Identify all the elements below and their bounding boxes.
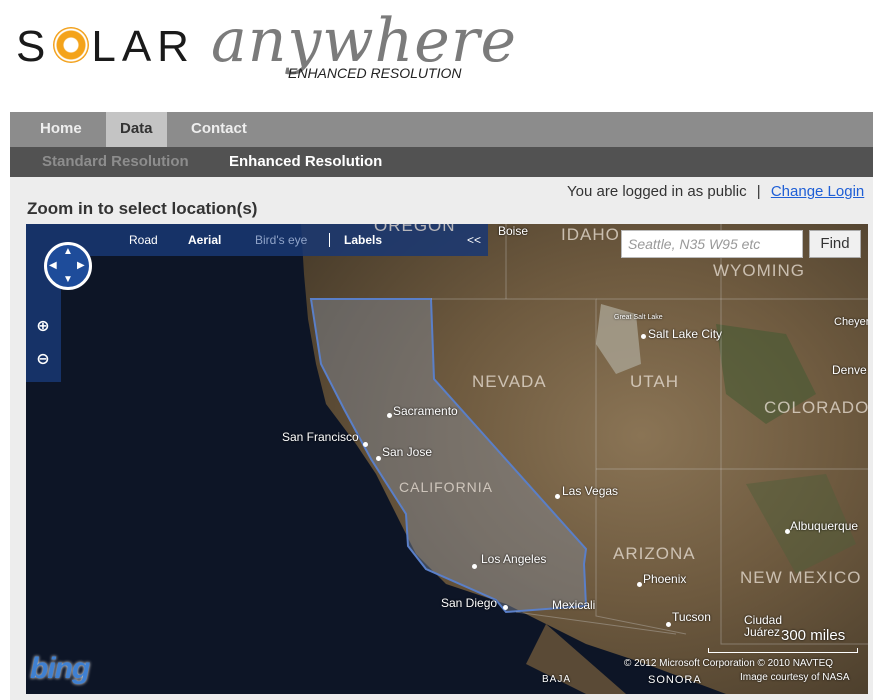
find-button[interactable]: Find	[809, 230, 861, 258]
map-label-san-diego: San Diego	[441, 596, 498, 610]
toolbar-divider	[329, 233, 330, 247]
change-login-link[interactable]: Change Login	[771, 183, 864, 200]
zoom-in-icon[interactable]: ⊕	[34, 318, 52, 336]
map-label-idaho: IDAHO	[561, 225, 620, 244]
map-label-sacramento: Sacramento	[393, 404, 458, 418]
subnav-enhanced-resolution[interactable]: Enhanced Resolution	[229, 147, 382, 177]
map-label-sonora: SONORA	[648, 674, 702, 686]
login-separator: |	[756, 183, 761, 200]
map-dot-los-angeles	[472, 564, 477, 569]
tab-data[interactable]: Data	[106, 112, 167, 147]
logo-lar: LAR	[91, 22, 195, 71]
pan-compass-icon[interactable]: ▲ ▼ ◀ ▶	[44, 242, 92, 290]
bing-logo[interactable]: bing	[30, 652, 90, 686]
tab-contact[interactable]: Contact	[191, 112, 247, 147]
map-birdseye-option[interactable]: Bird's eye	[255, 233, 307, 247]
sun-icon	[53, 27, 90, 63]
map-label-california: CALIFORNIA	[399, 479, 494, 495]
location-search-input[interactable]: Seattle, N35 W95 etc	[621, 230, 803, 258]
map-label-tucson: Tucson	[672, 610, 711, 624]
map-label-nevada: NEVADA	[472, 372, 547, 391]
map-label-baja: BAJA	[542, 674, 572, 685]
subnav-standard-resolution[interactable]: Standard Resolution	[42, 147, 189, 177]
map-label-utah: UTAH	[630, 372, 680, 391]
map-label-ciudad-juarez: Ciudad Juárez	[744, 613, 783, 639]
map-label-cheyenne: Cheyer	[834, 316, 868, 328]
map-label-wyoming: WYOMING	[713, 261, 805, 280]
map-label-salt-lake-city: Salt Lake City	[648, 327, 723, 341]
logo-s: S	[16, 22, 52, 71]
map-label-mexicali: Mexicali	[552, 598, 596, 612]
sub-nav: Standard Resolution Enhanced Resolution	[10, 147, 873, 177]
map-label-arizona: ARIZONA	[613, 544, 696, 563]
map-dot-san-diego	[503, 605, 508, 610]
site-header: S LAR anywhere ENHANCED RESOLUTION	[0, 0, 873, 112]
map-attribution-copyright: © 2012 Microsoft Corporation © 2010 NAVT…	[624, 658, 834, 669]
map-scale-text: 300 miles	[781, 627, 846, 644]
page-title: Zoom in to select location(s)	[27, 199, 258, 218]
map-label-phoenix: Phoenix	[643, 572, 687, 586]
map-dot-tucson	[666, 622, 671, 627]
logo-solar-text: S LAR	[16, 22, 195, 72]
map-label-san-francisco: San Francisco	[282, 430, 359, 444]
map-dot-las-vegas	[555, 494, 560, 499]
map-label-oregon: OREGON	[374, 224, 456, 235]
collapse-toolbar-button[interactable]: <<	[467, 233, 481, 247]
login-text: You are logged in as public	[567, 183, 747, 200]
zoom-out-icon[interactable]: ⊖	[34, 351, 52, 369]
login-status: You are logged in as public | Change Log…	[567, 183, 864, 200]
map-label-colorado: COLORADO	[764, 398, 868, 417]
map-attribution-imagery: Image courtesy of NASA	[740, 672, 850, 683]
logo-subtitle: ENHANCED RESOLUTION	[288, 65, 462, 81]
map-label-albuquerque: Albuquerque	[790, 519, 859, 533]
map-dot-san-jose	[376, 456, 381, 461]
map-aerial-option[interactable]: Aerial	[188, 233, 221, 247]
map-label-denver: Denve	[832, 363, 867, 377]
map-label-san-jose: San Jose	[382, 445, 433, 459]
map-label-las-vegas: Las Vegas	[562, 484, 619, 498]
map-road-option[interactable]: Road	[129, 233, 158, 247]
map-label-los-angeles: Los Angeles	[481, 552, 547, 566]
map-dot-salt-lake-city	[641, 334, 646, 339]
tab-home[interactable]: Home	[40, 112, 82, 147]
map-dot-san-francisco	[363, 442, 368, 447]
map-label-boise: Boise	[498, 224, 529, 238]
map-dot-sacramento	[387, 413, 392, 418]
map-viewport[interactable]: Road Aerial Bird's eye Labels << ⊕ ⊖ ▲ ▼…	[26, 224, 868, 694]
map-terrain	[301, 224, 868, 694]
map-label-great-salt-lake: Great Salt Lake	[614, 314, 663, 321]
map-dot-phoenix	[637, 582, 642, 587]
main-nav: Home Data Contact	[10, 112, 873, 147]
map-label-new-mexico: NEW MEXICO	[740, 568, 862, 587]
map-scale-bar	[708, 648, 858, 653]
